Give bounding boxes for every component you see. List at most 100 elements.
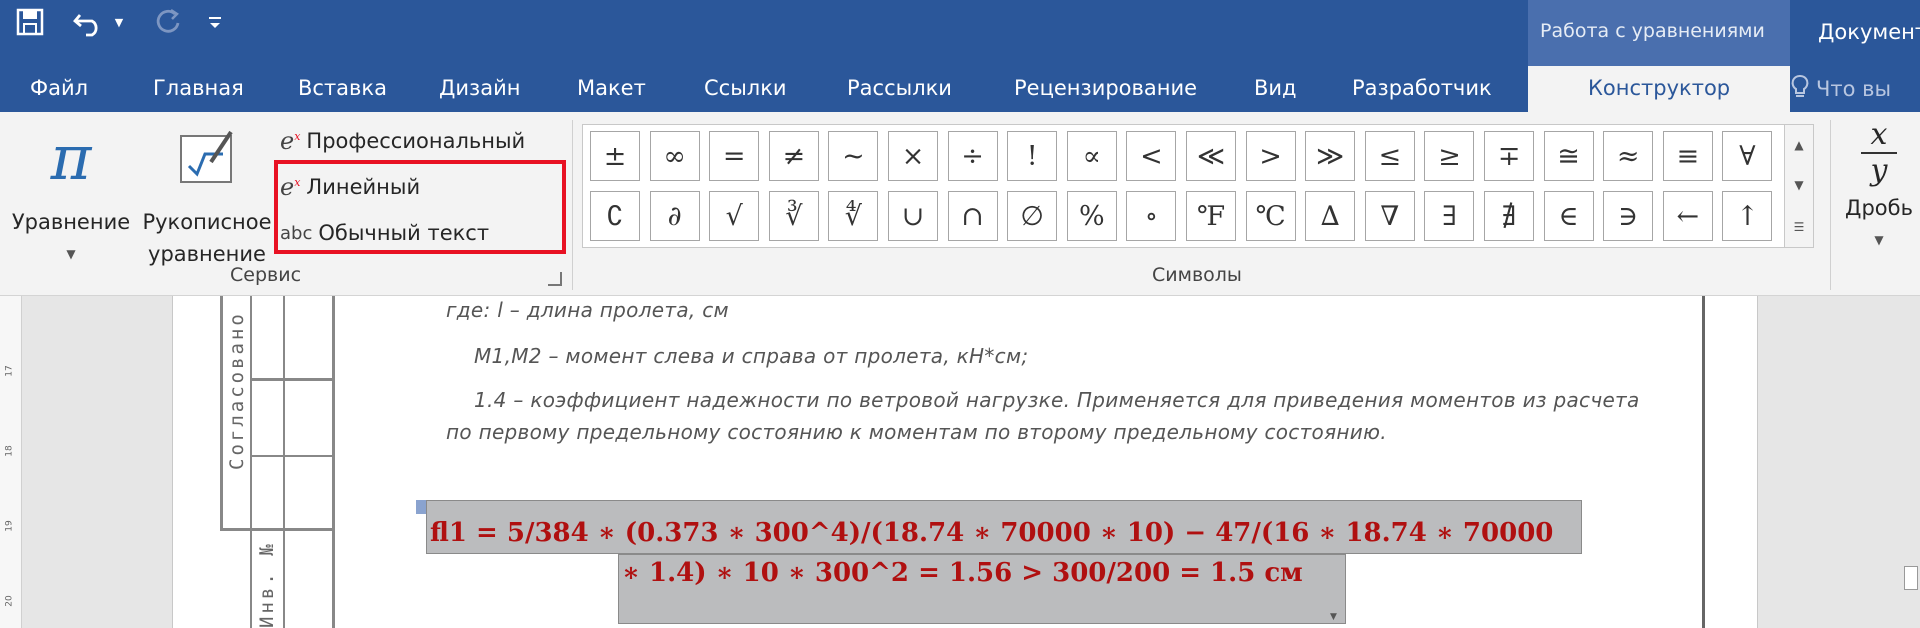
symbol-button[interactable]: ∪ — [888, 191, 938, 241]
symbol-button[interactable]: ≪ — [1186, 131, 1236, 181]
scroll-up-icon[interactable]: ▲ — [1785, 125, 1813, 165]
stamp-frame — [250, 378, 334, 381]
equation-handle-icon[interactable] — [416, 500, 426, 514]
redo-icon — [150, 4, 186, 40]
symbol-button[interactable]: ∛ — [768, 191, 819, 241]
symbol-button[interactable]: ∩ — [947, 191, 998, 241]
dialog-launcher-icon[interactable] — [548, 272, 562, 286]
gallery-more-icon[interactable]: ☰ — [1785, 207, 1813, 247]
gallery-scroll: ▲ ▼ ☰ — [1784, 124, 1814, 248]
ruler-number: 18 — [4, 445, 15, 457]
symbol-button[interactable]: ∝ — [1066, 131, 1117, 181]
ruler-number: 19 — [4, 520, 15, 532]
tell-me-box[interactable]: Что вы — [1790, 66, 1891, 112]
tab-layout[interactable]: Макет — [577, 76, 646, 100]
tab-insert[interactable]: Вставка — [298, 76, 387, 100]
symbol-button[interactable]: > — [1245, 131, 1296, 181]
symbol-button[interactable]: ÷ — [947, 131, 998, 181]
symbol-button[interactable]: ℉ — [1186, 191, 1236, 241]
chevron-down-icon: ▼ — [66, 247, 76, 261]
symbols-group-label: Символы — [1152, 264, 1242, 286]
symbol-button[interactable]: ∆ — [1305, 191, 1356, 241]
doc-line-3: 1.4 – коэффициент надежности по ветровой… — [474, 388, 1640, 412]
stamp-frame — [283, 296, 285, 628]
undo-dropdown-icon[interactable]: ▼ — [110, 4, 128, 40]
tab-view[interactable]: Вид — [1254, 76, 1297, 100]
symbol-button[interactable]: ∁ — [590, 191, 640, 241]
undo-icon[interactable] — [68, 4, 108, 40]
symbol-button[interactable]: ↑ — [1722, 191, 1773, 241]
symbol-button[interactable]: ~ — [828, 131, 879, 181]
tab-mailings[interactable]: Рассылки — [847, 76, 952, 100]
highlight-box — [274, 160, 566, 254]
symbol-button[interactable]: ! — [1007, 131, 1058, 181]
symbol-button[interactable]: ± — [590, 131, 640, 181]
symbol-button[interactable]: ∋ — [1603, 191, 1654, 241]
symbol-button[interactable]: ← — [1662, 191, 1713, 241]
symbol-button[interactable]: ∅ — [1007, 191, 1058, 241]
symbol-button[interactable]: ∃ — [1424, 191, 1475, 241]
symbol-button[interactable]: ≡ — [1662, 131, 1713, 181]
stamp-frame — [332, 296, 335, 628]
tab-equation-design[interactable]: Конструктор — [1528, 66, 1790, 112]
fraction-icon: x y — [1838, 118, 1920, 188]
tab-developer[interactable]: Разработчик — [1352, 76, 1492, 100]
ink-equation-button[interactable]: Рукописное уравнение — [138, 122, 276, 270]
symbol-button[interactable]: ≥ — [1424, 131, 1475, 181]
tab-design[interactable]: Дизайн — [439, 76, 520, 100]
page-frame-right — [1702, 296, 1705, 628]
symbol-button[interactable]: ∀ — [1722, 131, 1773, 181]
symbol-button[interactable]: ℃ — [1245, 191, 1296, 241]
ink-equation-icon — [138, 122, 276, 194]
vertical-scrollbar-thumb[interactable] — [1904, 566, 1918, 590]
customize-qat-icon[interactable] — [204, 4, 226, 40]
fraction-numerator: x — [1870, 117, 1888, 152]
symbol-button[interactable]: ≈ — [1603, 131, 1654, 181]
tab-file[interactable]: Файл — [30, 76, 88, 100]
symbol-button[interactable]: ∓ — [1484, 131, 1534, 181]
professional-label: Профессиональный — [306, 129, 526, 153]
tab-review[interactable]: Рецензирование — [1014, 76, 1197, 100]
doc-line-2: M1,M2 – момент слева и справа от пролета… — [474, 344, 1029, 368]
scroll-down-icon[interactable]: ▼ — [1785, 165, 1813, 205]
save-icon[interactable] — [10, 4, 50, 40]
lightbulb-icon — [1790, 74, 1810, 105]
equation-button[interactable]: π Уравнение ▼ — [8, 122, 134, 270]
stamp-frame — [250, 296, 252, 628]
symbol-button[interactable]: ≅ — [1543, 131, 1594, 181]
symbol-button[interactable]: ≤ — [1364, 131, 1415, 181]
fraction-button[interactable]: x y Дробь ▼ — [1838, 118, 1920, 256]
symbol-button[interactable]: ∈ — [1543, 191, 1594, 241]
stamp-frame — [220, 528, 334, 531]
context-group-label: Работа с уравнениями — [1540, 20, 1765, 42]
stamp-agreed: Согласовано — [226, 311, 248, 470]
document-title: Документ — [1818, 20, 1920, 44]
equation-label: Уравнение — [11, 210, 131, 234]
symbol-button[interactable]: ∞ — [649, 131, 700, 181]
symbol-button[interactable]: ∂ — [649, 191, 700, 241]
symbol-button[interactable]: ≫ — [1305, 131, 1356, 181]
symbol-button[interactable]: ∜ — [828, 191, 879, 241]
equation-line-2: ∗ 1.4) ∗ 10 ∗ 300^2 = 1.56 > 300/200 = 1… — [622, 558, 1303, 588]
symbol-button[interactable]: < — [1126, 131, 1177, 181]
symbol-button[interactable]: ∄ — [1484, 191, 1534, 241]
tab-home[interactable]: Главная — [153, 76, 244, 100]
equation-options-icon[interactable]: ▼ — [1330, 612, 1337, 622]
symbol-button[interactable]: √ — [709, 191, 760, 241]
symbol-button[interactable]: × — [888, 131, 938, 181]
stamp-frame — [250, 455, 334, 457]
professional-button[interactable]: ex Профессиональный — [280, 120, 525, 162]
symbol-button[interactable]: ≠ — [768, 131, 819, 181]
doc-line-4: по первому предельному состоянию к момен… — [446, 420, 1387, 444]
chevron-down-icon: ▼ — [1874, 233, 1884, 247]
symbol-button[interactable]: = — [709, 131, 760, 181]
tell-me-text: Что вы — [1816, 77, 1892, 101]
fraction-denominator: y — [1870, 153, 1888, 188]
stamp-frame — [220, 296, 223, 530]
symbol-button[interactable]: ∇ — [1364, 191, 1415, 241]
tab-references[interactable]: Ссылки — [704, 76, 787, 100]
symbol-button[interactable]: ∘ — [1126, 191, 1177, 241]
stamp-inv: Инв. № — [256, 541, 278, 628]
ink-label-1: Рукописное — [142, 210, 272, 234]
symbol-button[interactable]: % — [1066, 191, 1117, 241]
